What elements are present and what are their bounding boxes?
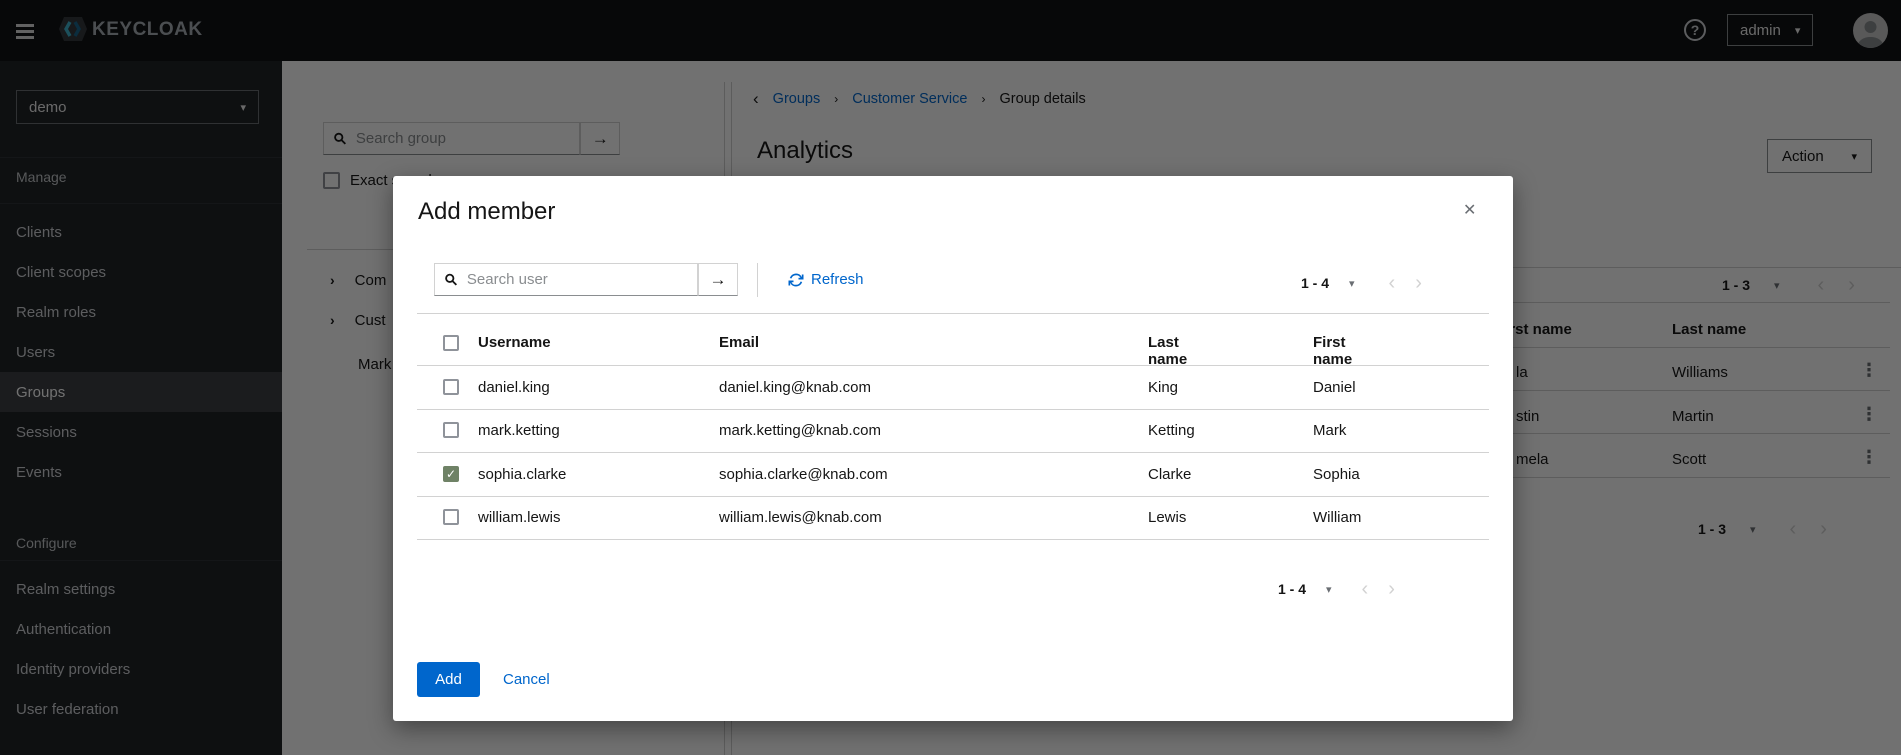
prev-page-icon[interactable]: ‹ [1362,579,1369,599]
chevron-down-icon[interactable]: ▾ [1349,277,1355,290]
modal-pagination-bottom: 1 - 4 ▾ ‹ › [1278,579,1395,599]
cell-first-name: William [1313,509,1361,526]
column-header-email: Email [719,334,759,351]
next-page-icon[interactable]: › [1415,273,1422,293]
close-icon[interactable]: ✕ [1463,200,1476,220]
select-all-checkbox[interactable] [443,335,459,351]
cell-email: sophia.clarke@knab.com [719,466,888,483]
row-checkbox[interactable] [443,466,459,482]
cell-username: daniel.king [478,379,550,396]
pagination-range: 1 - 4 [1301,275,1329,291]
cell-last-name: Clarke [1148,466,1191,483]
cell-email: daniel.king@knab.com [719,379,871,396]
divider [417,539,1489,540]
search-icon [445,273,457,286]
user-search-input[interactable] [465,270,687,289]
modal-pagination-top: 1 - 4 ▾ ‹ › [1301,273,1422,293]
add-member-modal: Add member ✕ → Refresh 1 - 4 ▾ ‹ › [393,176,1513,721]
divider [417,496,1489,497]
refresh-label: Refresh [811,271,864,288]
cell-first-name: Sophia [1313,466,1360,483]
cell-username: mark.ketting [478,422,560,439]
cell-last-name: King [1148,379,1178,396]
cell-last-name: Ketting [1148,422,1195,439]
add-button[interactable]: Add [417,662,480,697]
user-search-control: → [434,263,740,296]
row-checkbox[interactable] [443,422,459,438]
search-submit-button[interactable]: → [698,263,738,296]
divider [417,365,1489,366]
divider [757,263,758,297]
refresh-icon [788,272,804,288]
cell-email: william.lewis@knab.com [719,509,882,526]
divider [417,409,1489,410]
row-checkbox[interactable] [443,379,459,395]
divider [417,313,1489,314]
row-checkbox[interactable] [443,509,459,525]
column-header-first-name: First name [1313,334,1352,368]
pagination-range: 1 - 4 [1278,581,1306,597]
prev-page-icon[interactable]: ‹ [1389,273,1396,293]
keycloak-admin-console: KEYCLOAK ? admin ▾ demo ▾ Manage Clients… [0,0,1901,755]
column-header-username: Username [478,334,551,351]
cell-username: william.lewis [478,509,561,526]
modal-title: Add member [418,198,555,226]
chevron-down-icon[interactable]: ▾ [1326,583,1332,596]
column-header-last-name: Last name [1148,334,1187,368]
user-search-box [434,263,698,296]
cell-email: mark.ketting@knab.com [719,422,881,439]
cell-last-name: Lewis [1148,509,1186,526]
divider [417,452,1489,453]
cell-first-name: Mark [1313,422,1346,439]
cell-username: sophia.clarke [478,466,566,483]
cell-first-name: Daniel [1313,379,1356,396]
next-page-icon[interactable]: › [1388,579,1395,599]
cancel-button[interactable]: Cancel [503,671,550,688]
refresh-button[interactable]: Refresh [788,271,864,288]
